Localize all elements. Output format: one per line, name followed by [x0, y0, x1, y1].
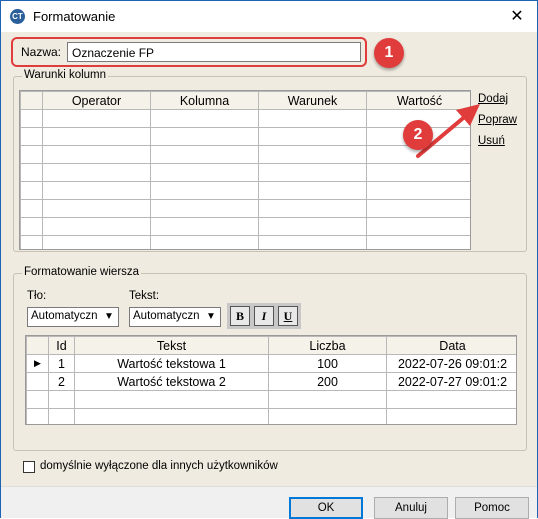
col-header-kolumna[interactable]: Kolumna — [150, 91, 259, 110]
cell-liczba[interactable]: 100 — [268, 354, 387, 373]
col-header-warunek[interactable]: Warunek — [258, 91, 367, 110]
button-bar: OK Anuluj Pomoc — [1, 486, 537, 519]
background-label: Tło: — [27, 290, 47, 302]
cell-liczba[interactable]: 200 — [268, 372, 387, 391]
col-header-operator[interactable]: Operator — [42, 91, 151, 110]
dialog-window: CT Formatowanie ✕ Nazwa: Oznaczenie FP 1… — [0, 0, 538, 519]
title-bar: CT Formatowanie ✕ — [1, 1, 537, 32]
chevron-down-icon[interactable]: ▼ — [100, 308, 118, 326]
table-row[interactable]: 2 Wartość tekstowa 2 200 2022-07-27 09:0… — [26, 372, 516, 391]
text-color-select-value: Automatyczny — [133, 310, 199, 322]
underline-button[interactable]: U — [278, 306, 298, 326]
cell-data[interactable]: 2022-07-27 09:01:2 — [386, 372, 516, 391]
col-header-liczba[interactable]: Liczba — [268, 336, 387, 355]
italic-button[interactable]: I — [254, 306, 274, 326]
table-row[interactable] — [26, 408, 516, 424]
window-title: Formatowanie — [33, 9, 116, 24]
bold-button[interactable]: B — [230, 306, 250, 326]
row-selector-icon: ▶ — [26, 354, 49, 373]
column-conditions-title: Warunki kolumn — [22, 69, 109, 81]
grid-corner — [26, 336, 49, 355]
col-header-data[interactable]: Data — [386, 336, 516, 355]
chevron-down-icon[interactable]: ▼ — [202, 308, 220, 326]
ok-button[interactable]: OK — [289, 497, 363, 519]
col-header-id[interactable]: Id — [48, 336, 75, 355]
app-icon: CT — [10, 9, 25, 24]
row-selector — [26, 372, 49, 391]
name-highlight-box — [11, 37, 367, 67]
cell-tekst[interactable]: Wartość tekstowa 2 — [74, 372, 269, 391]
table-row[interactable] — [20, 163, 470, 182]
background-select-value: Automatyczny — [31, 310, 97, 322]
grid-corner — [20, 91, 43, 110]
help-button[interactable]: Pomoc — [455, 497, 529, 519]
table-row[interactable] — [20, 199, 470, 218]
table-row[interactable] — [20, 181, 470, 200]
cell-id[interactable]: 1 — [48, 354, 75, 373]
close-icon[interactable]: ✕ — [497, 1, 537, 32]
cell-tekst[interactable]: Wartość tekstowa 1 — [74, 354, 269, 373]
table-row[interactable] — [20, 235, 470, 249]
dialog-body: Nazwa: Oznaczenie FP 1 Warunki kolumn Op… — [1, 32, 537, 519]
text-color-select[interactable]: Automatyczny ▼ — [129, 307, 221, 327]
table-row[interactable]: ▶ 1 Wartość tekstowa 1 100 2022-07-26 09… — [26, 354, 516, 373]
text-color-label: Tekst: — [129, 290, 160, 302]
cancel-button[interactable]: Anuluj — [374, 497, 448, 519]
background-select[interactable]: Automatyczny ▼ — [27, 307, 119, 327]
col-header-tekst[interactable]: Tekst — [74, 336, 269, 355]
row-format-title: Formatowanie wiersza — [22, 266, 142, 278]
table-row[interactable] — [20, 217, 470, 236]
annotation-badge-1: 1 — [374, 38, 404, 68]
annotation-badge-2: 2 — [403, 120, 433, 150]
preview-grid[interactable]: Id Tekst Liczba Data ▶ 1 Wartość tekstow… — [25, 335, 517, 425]
cell-data[interactable]: 2022-07-26 09:01:2 — [386, 354, 516, 373]
table-row[interactable] — [26, 390, 516, 409]
disable-default-label: domyślnie wyłączone dla innych użytkowni… — [40, 460, 278, 472]
cell-id[interactable]: 2 — [48, 372, 75, 391]
disable-default-checkbox[interactable] — [23, 461, 35, 473]
